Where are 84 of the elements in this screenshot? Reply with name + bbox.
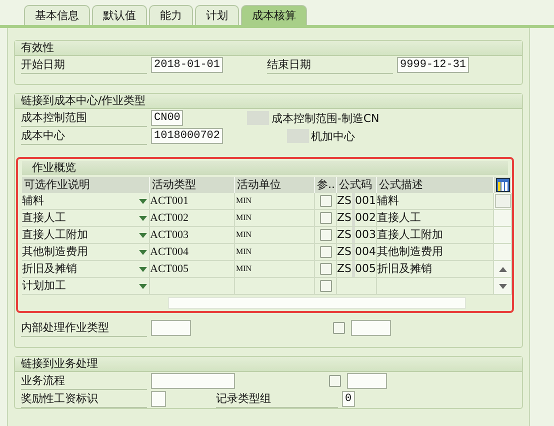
table-cell: ACT002 xyxy=(150,210,235,227)
dropdown-icon[interactable] xyxy=(139,284,147,288)
horizontal-scrollbar[interactable] xyxy=(168,297,466,309)
group-title: 链接到成本中心/作业类型 xyxy=(15,94,522,109)
field-label: 业务流程 xyxy=(21,372,147,390)
dropdown-field[interactable]: 其他制造费用 xyxy=(22,244,150,261)
field-label: 记录类型组 xyxy=(216,390,338,408)
input-field[interactable] xyxy=(347,373,387,389)
checkbox[interactable] xyxy=(320,263,332,275)
table-cell: ACT003 xyxy=(150,227,235,244)
table-cell: MIN xyxy=(235,227,315,244)
checkbox[interactable] xyxy=(320,212,332,224)
field-label: 成本中心 xyxy=(21,128,147,144)
table-cell: 辅料 xyxy=(377,193,494,210)
table-cell: MIN xyxy=(235,261,315,278)
column-header[interactable]: 公式码 xyxy=(337,177,377,193)
checkbox[interactable] xyxy=(320,246,332,258)
code-text: 001 xyxy=(355,193,376,209)
input-field[interactable]: CN00 xyxy=(151,110,184,126)
date-field[interactable]: 2018-01-01 xyxy=(151,57,224,73)
input-field[interactable] xyxy=(151,320,191,336)
input-field[interactable]: 0 xyxy=(342,391,355,407)
table-cell: MIN xyxy=(235,193,315,210)
dropdown-icon[interactable] xyxy=(139,232,147,238)
checkbox[interactable] xyxy=(320,195,332,207)
field-label: 结束日期 xyxy=(267,56,394,74)
checkbox[interactable] xyxy=(320,229,332,241)
dropdown-field[interactable]: 直接人工附加 xyxy=(22,227,150,244)
table-cell: 折旧及摊销 xyxy=(377,261,494,278)
dropdown-icon[interactable] xyxy=(139,216,147,220)
input-field[interactable] xyxy=(351,320,391,336)
column-header[interactable]: 活动单位 xyxy=(235,177,315,193)
column-settings-icon[interactable] xyxy=(496,178,510,192)
dropdown-icon[interactable] xyxy=(139,266,147,272)
description-text: 成本控制范围-制造CN xyxy=(271,110,380,126)
tab[interactable]: 计划 xyxy=(195,5,239,25)
column-header[interactable]: 公式描述 xyxy=(377,177,494,193)
code-text: ZS xyxy=(337,210,352,226)
column-header[interactable]: 活动类型 xyxy=(150,177,235,193)
table-cell: ACT005 xyxy=(150,261,235,278)
code-text: ZS xyxy=(337,193,352,209)
code-text: ZS xyxy=(337,261,352,277)
checkbox[interactable] xyxy=(151,391,166,407)
code-text: 005 xyxy=(355,261,376,277)
code-text: 004 xyxy=(355,244,376,260)
table-cell: 直接人工 xyxy=(377,210,494,227)
date-field[interactable]: 9999-12-31 xyxy=(397,57,470,73)
code-text: ZS xyxy=(337,244,352,260)
tab[interactable]: 基本信息 xyxy=(24,5,90,25)
dropdown-field[interactable]: 折旧及摊销 xyxy=(22,261,150,278)
table-cell: ACT001 xyxy=(150,193,235,210)
table-cell: ACT004 xyxy=(150,244,235,261)
tab[interactable]: 成本核算 xyxy=(241,5,307,25)
field-label: 内部处理作业类型 xyxy=(21,320,147,336)
checkbox[interactable] xyxy=(333,322,345,334)
field-label: 奖励性工资标识 xyxy=(21,390,147,408)
checkbox[interactable] xyxy=(329,375,341,387)
dropdown-icon[interactable] xyxy=(139,250,147,254)
table-cell: MIN xyxy=(235,210,315,227)
dropdown-field[interactable]: 直接人工 xyxy=(22,210,150,227)
input-field[interactable]: 1018000702 xyxy=(151,128,224,144)
description-text: 机加中心 xyxy=(311,128,356,144)
scroll-down-icon[interactable] xyxy=(498,284,506,288)
table-title: 作业概览 xyxy=(22,161,508,175)
dropdown-field[interactable]: 计划加工 xyxy=(22,278,150,295)
field-label: 开始日期 xyxy=(21,56,147,74)
dropdown-field[interactable]: 辅料 xyxy=(22,193,150,210)
tab[interactable]: 能力 xyxy=(149,5,193,25)
tab[interactable]: 默认值 xyxy=(92,5,147,25)
checkbox[interactable] xyxy=(320,280,332,292)
group-title: 链接到业务处理 xyxy=(15,357,522,372)
table-cell: MIN xyxy=(235,244,315,261)
column-header[interactable]: 可选作业说明 xyxy=(22,177,150,193)
column-header[interactable]: 参.. xyxy=(315,177,337,193)
group-title: 有效性 xyxy=(15,41,522,56)
input-field[interactable] xyxy=(151,373,235,389)
dropdown-icon[interactable] xyxy=(139,198,147,204)
field-label: 成本控制范围 xyxy=(21,110,147,126)
code-text: 002 xyxy=(355,210,376,226)
code-text: 003 xyxy=(355,227,376,243)
code-text: ZS xyxy=(337,227,352,243)
table-cell: 直接人工附加 xyxy=(377,227,494,244)
table-cell: 其他制造费用 xyxy=(377,244,494,261)
scroll-up-icon[interactable] xyxy=(498,266,506,272)
